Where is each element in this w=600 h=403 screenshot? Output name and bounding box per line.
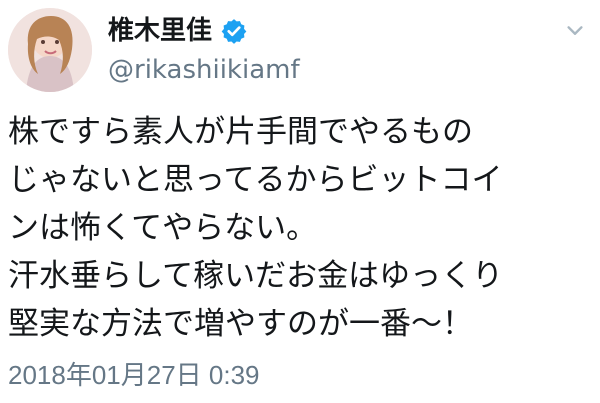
tweet-line: 堅実な方法で増やすのが一番～！ [8,306,473,342]
tweet-line: 汗水垂らして稼いだお金はゆっくり [8,258,504,294]
avatar[interactable] [8,8,92,92]
tweet-line: じゃないと思ってるからビットコイ [8,162,503,198]
tweet-line: 株ですら素人が片手間でやるもの [8,114,473,150]
author-name-row[interactable]: 椎木里佳 [108,14,248,48]
tweet-card: 椎木里佳 @rikashiikiamf 株ですら素人が片手間でやるもの じゃない… [0,0,600,403]
tweet-timestamp[interactable]: 2018年01月27日 0:39 [8,358,260,392]
display-name[interactable]: 椎木里佳 [108,14,212,48]
tweet-line: ンは怖くてやらない。 [8,210,318,246]
tweet-menu-button[interactable] [562,18,588,44]
user-handle[interactable]: @rikashiikiamf [108,53,300,87]
chevron-down-icon [567,26,583,35]
tweet-text: 株ですら素人が片手間でやるもの じゃないと思ってるからビットコイ ンは怖くてやら… [8,108,598,348]
verified-badge-icon [220,17,248,45]
user-avatar-icon [8,8,92,92]
